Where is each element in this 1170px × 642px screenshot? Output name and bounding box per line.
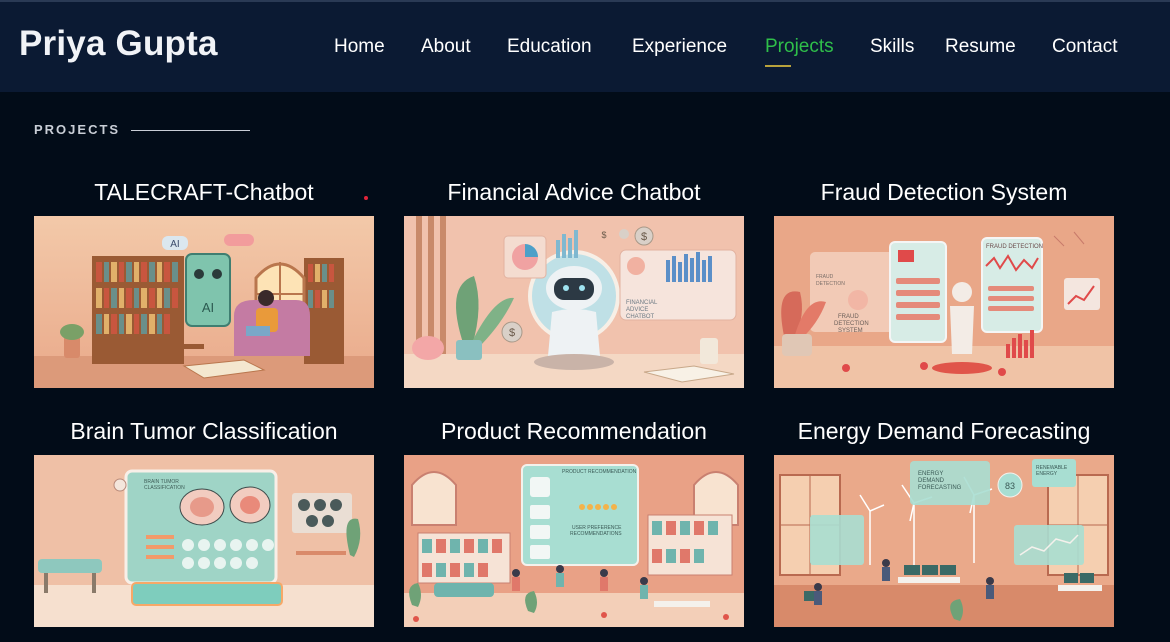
coin-dollar-1: $ bbox=[641, 231, 647, 243]
brain-tumor-illustration: BRAIN TUMOR CLASSIFICATION bbox=[34, 455, 374, 627]
energy-illustration: ENERGY DEMAND FORECASTING 83 RENEWABLE E… bbox=[774, 455, 1114, 627]
image-text-system: SYSTEM bbox=[838, 328, 863, 334]
active-nav-underline bbox=[765, 65, 791, 67]
project-title-energy-demand[interactable]: Energy Demand Forecasting bbox=[774, 418, 1114, 445]
nav-contact[interactable]: Contact bbox=[1052, 36, 1117, 58]
robot-ai-label: AI bbox=[202, 300, 214, 315]
image-text-chatbot: CHATBOT bbox=[626, 314, 655, 320]
image-text-fraud-detection: FRAUD DETECTION bbox=[986, 244, 1043, 250]
section-label: PROJECTS bbox=[34, 122, 121, 137]
image-text-fraud: FRAUD bbox=[838, 314, 859, 320]
financial-illustration: FINANCIAL ADVICE CHATBOT $ $ $ bbox=[404, 216, 744, 388]
image-text-detection: DETECTION bbox=[834, 321, 869, 327]
fraud-illustration: FRAUD DETECTION FRAUD DETECTION SYSTEM F… bbox=[774, 216, 1114, 388]
project-title-fraud-detection[interactable]: Fraud Detection System bbox=[774, 179, 1114, 206]
image-text-classification: CLASSIFICATION bbox=[144, 485, 185, 491]
nav-education[interactable]: Education bbox=[507, 36, 592, 58]
product-recommendation-illustration: PRODUCT RECOMMENDATION USER PREFERENCE R… bbox=[404, 455, 744, 627]
nav-projects[interactable]: Projects bbox=[765, 36, 834, 58]
image-text-recommendations: RECOMMENDATIONS bbox=[570, 531, 622, 537]
main-nav: Home About Education Experience Projects… bbox=[0, 36, 1170, 67]
project-image-product-recommendation[interactable]: PRODUCT RECOMMENDATION USER PREFERENCE R… bbox=[404, 455, 744, 627]
project-image-brain-tumor[interactable]: BRAIN TUMOR CLASSIFICATION bbox=[34, 455, 374, 627]
nav-home[interactable]: Home bbox=[334, 36, 385, 58]
project-title-financial-advice[interactable]: Financial Advice Chatbot bbox=[404, 179, 744, 206]
image-text-energy: ENERGY bbox=[918, 471, 943, 477]
image-text-forecasting: FORECASTING bbox=[918, 485, 962, 491]
coin-dollar-2: $ bbox=[509, 327, 515, 339]
coin-dollar-3: $ bbox=[601, 230, 606, 240]
project-image-financial-advice[interactable]: FINANCIAL ADVICE CHATBOT $ $ $ bbox=[404, 216, 744, 388]
project-title-brain-tumor[interactable]: Brain Tumor Classification bbox=[34, 418, 374, 445]
project-image-fraud-detection[interactable]: FRAUD DETECTION FRAUD DETECTION SYSTEM F… bbox=[774, 216, 1114, 388]
image-text-demand: DEMAND bbox=[918, 478, 945, 484]
image-text-financial: FINANCIAL bbox=[626, 300, 658, 306]
nav-about[interactable]: About bbox=[421, 36, 471, 58]
project-image-talecraft[interactable]: AI AI bbox=[34, 216, 374, 388]
image-text-83: 83 bbox=[1005, 481, 1015, 491]
red-dot-marker bbox=[364, 196, 368, 200]
project-title-talecraft[interactable]: TALECRAFT-Chatbot bbox=[34, 179, 374, 206]
nav-skills[interactable]: Skills bbox=[870, 36, 914, 58]
image-text-fraud-small: FRAUD bbox=[816, 274, 834, 280]
nav-experience[interactable]: Experience bbox=[632, 36, 727, 58]
nav-resume[interactable]: Resume bbox=[945, 36, 1016, 58]
speech-bubble-ai: AI bbox=[170, 239, 179, 250]
talecraft-illustration: AI AI bbox=[34, 216, 374, 388]
image-text-energy-2: ENERGY bbox=[1036, 471, 1058, 477]
image-text-detection-small: DETECTION bbox=[816, 281, 845, 287]
project-title-product-recommendation[interactable]: Product Recommendation bbox=[404, 418, 744, 445]
section-divider-line bbox=[131, 130, 250, 131]
project-image-energy-demand[interactable]: ENERGY DEMAND FORECASTING 83 RENEWABLE E… bbox=[774, 455, 1114, 627]
image-text-product-recommendation: PRODUCT RECOMMENDATION bbox=[562, 469, 637, 475]
top-navigation-bar: Priya Gupta Home About Education Experie… bbox=[0, 0, 1170, 92]
image-text-advice: ADVICE bbox=[626, 307, 648, 313]
